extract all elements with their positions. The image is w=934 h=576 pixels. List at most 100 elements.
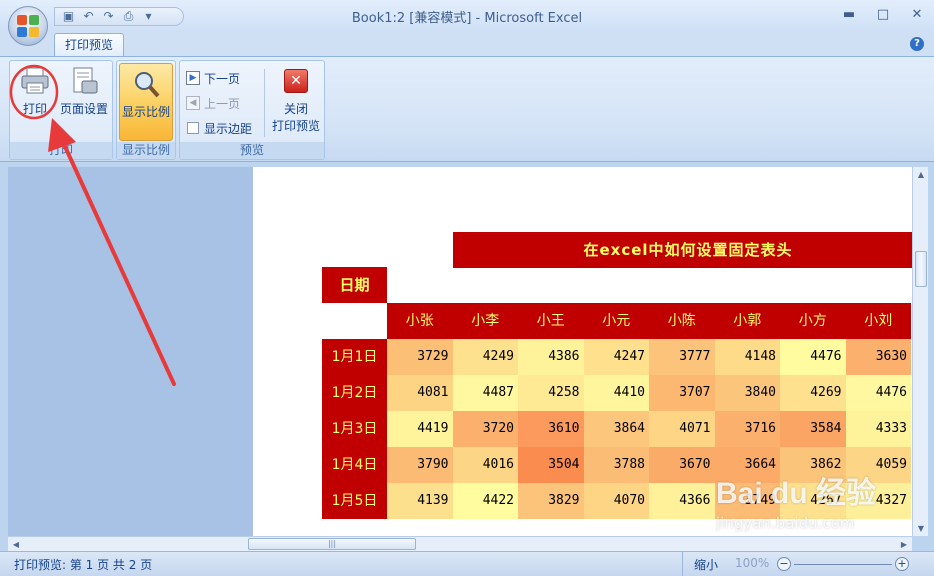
table-cell: 3840 (714, 375, 780, 411)
status-separator (682, 552, 683, 576)
preview-page: 在excel中如何设置固定表头 日期 小张 小李 小王 小元 小陈 小郭 小方 小刘 1月1日… (253, 167, 912, 536)
date-cell: 1月3日 (331, 421, 378, 437)
table-cell: 4148 (714, 339, 780, 375)
table-cell: 4476 (780, 339, 846, 375)
page-setup-icon (68, 65, 100, 97)
status-bar: 打印预览: 第 1 页 共 2 页 缩小 100% − + (0, 551, 934, 576)
maximize-button[interactable]: □ (866, 4, 900, 26)
table-cell: 4081 (387, 375, 453, 411)
table-cell: 3664 (714, 447, 780, 483)
scroll-up-icon[interactable]: ▲ (913, 167, 929, 182)
table-cell: 3504 (518, 447, 584, 483)
value-grid: 3729 4249 4386 4247 3777 4148 4476 3630 4081 4487… (387, 339, 911, 519)
name-header-cell: 小王 (536, 313, 565, 329)
name-header-cell: 小方 (798, 313, 827, 329)
name-header-cell: 小张 (405, 313, 434, 329)
page-setup-button[interactable]: 页面设置 (56, 65, 112, 121)
scroll-left-icon[interactable]: ◀ (8, 537, 24, 552)
date-cell: 1月5日 (331, 493, 378, 509)
help-icon[interactable]: ? (910, 37, 924, 51)
table-cell: 3630 (845, 339, 911, 375)
name-header-row: 小张 小李 小王 小元 小陈 小郭 小方 小刘 (387, 303, 911, 339)
table-cell: 4071 (649, 411, 715, 447)
next-page-button[interactable]: ▶ 下一页 (186, 67, 240, 89)
next-page-icon: ▶ (186, 71, 200, 85)
group-preview: ▶ 下一页 ◀ 上一页 显示边距 ✕ 关闭 打印预览 预览 (179, 60, 325, 160)
checkbox-icon (187, 122, 199, 134)
scroll-down-icon[interactable]: ▼ (913, 521, 929, 536)
group-zoom: 显示比例 显示比例 (116, 60, 176, 160)
zoom-slider-track[interactable] (794, 564, 892, 565)
table-cell: 4247 (583, 339, 649, 375)
table-cell: 3670 (649, 447, 715, 483)
table-cell: 3610 (518, 411, 584, 447)
status-page-info: 打印预览: 第 1 页 共 2 页 (14, 558, 153, 572)
close-print-preview-button[interactable]: ✕ 关闭 打印预览 (268, 65, 324, 133)
table-cell: 4269 (780, 375, 846, 411)
scroll-right-icon[interactable]: ▶ (896, 537, 912, 552)
zoom-plus-icon[interactable]: + (895, 557, 909, 571)
tab-print-preview[interactable]: 打印预览 (54, 33, 125, 57)
table-cell: 3584 (780, 411, 846, 447)
close-window-button[interactable]: ✕ (900, 4, 934, 26)
vertical-scroll-thumb[interactable] (915, 251, 927, 287)
table-cell: 4476 (845, 375, 911, 411)
table-cell: 3720 (452, 411, 518, 447)
table-cell: 3864 (583, 411, 649, 447)
table-cell: 3790 (387, 447, 453, 483)
close-icon: ✕ (280, 65, 312, 97)
table-cell: 4267 (780, 483, 846, 519)
name-header-cell: 小刘 (864, 313, 893, 329)
table-cell: 4070 (583, 483, 649, 519)
zoom-button[interactable]: 显示比例 (119, 63, 173, 141)
ribbon: 打印 页面设置 打印 显示比例 显示比例 ▶ 下一页 ◀ 上一页 显示边距 ✕ … (0, 56, 934, 162)
name-header-cell: 小元 (602, 313, 631, 329)
date-column: 1月1日 1月2日 1月3日 1月4日 1月5日 (322, 339, 387, 519)
show-margins-checkbox[interactable]: 显示边距 (186, 117, 252, 139)
close-label-line1: 关闭 (283, 102, 308, 116)
separator (264, 69, 265, 137)
table-cell: 4422 (452, 483, 518, 519)
group-label-print: 打印 (10, 142, 112, 159)
title-bar: ▣ ↶ ↷ ⎙ ▾ Book1:2 [兼容模式] - Microsoft Exc… (0, 0, 934, 31)
office-button[interactable] (8, 6, 48, 46)
table-cell: 4333 (845, 411, 911, 447)
print-label: 打印 (22, 102, 47, 116)
table-cell: 3707 (649, 375, 715, 411)
name-header-cell: 小陈 (667, 313, 696, 329)
table-cell: 3716 (714, 411, 780, 447)
table-cell: 3862 (780, 447, 846, 483)
previous-page-label: 上一页 (204, 96, 241, 111)
show-margins-label: 显示边距 (204, 121, 253, 136)
table-cell: 4258 (518, 375, 584, 411)
zoom-minus-icon[interactable]: − (777, 557, 791, 571)
table-cell: 4487 (452, 375, 518, 411)
table-cell: 3729 (387, 339, 453, 375)
table-cell: 3829 (518, 483, 584, 519)
table-cell: 3788 (583, 447, 649, 483)
group-label-zoom: 显示比例 (117, 142, 175, 159)
zoom-label: 显示比例 (121, 105, 170, 119)
horizontal-scrollbar[interactable]: ◀ ||| ▶ (8, 536, 912, 551)
minimize-button[interactable]: ▬ (832, 4, 866, 26)
window-title: Book1:2 [兼容模式] - Microsoft Excel (351, 11, 583, 26)
group-label-preview: 预览 (180, 142, 324, 159)
table-row: 4139 4422 3829 4070 4366 3749 4267 4327 (387, 483, 911, 519)
table-cell: 3777 (649, 339, 715, 375)
close-label-line2: 打印预览 (271, 119, 320, 133)
table-row: 3790 4016 3504 3788 3670 3664 3862 4059 (387, 447, 911, 483)
ribbon-tab-row: 打印预览 ? (0, 31, 934, 57)
horizontal-scroll-thumb[interactable]: ||| (248, 538, 416, 550)
date-header: 日期 (322, 267, 387, 303)
zoom-out-label[interactable]: 缩小 (694, 556, 718, 573)
table-cell: 3749 (714, 483, 780, 519)
vertical-scrollbar[interactable]: ▲ ▼ (912, 167, 928, 536)
print-preview-area: 在excel中如何设置固定表头 日期 小张 小李 小王 小元 小陈 小郭 小方 小刘 1月1日… (8, 167, 912, 536)
table-cell: 4386 (518, 339, 584, 375)
table-row: 3729 4249 4386 4247 3777 4148 4476 3630 (387, 339, 911, 375)
previous-page-button[interactable]: ◀ 上一页 (186, 92, 240, 114)
table-cell: 4249 (452, 339, 518, 375)
table-cell: 4139 (387, 483, 453, 519)
sheet-title: 在excel中如何设置固定表头 (453, 232, 912, 268)
print-button[interactable]: 打印 (14, 65, 56, 121)
